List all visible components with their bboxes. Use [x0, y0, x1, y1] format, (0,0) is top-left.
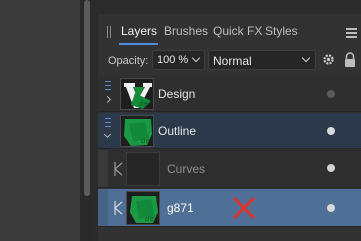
tab-brushes[interactable]: Brushes [164, 24, 208, 38]
panel-menu-icon[interactable] [346, 28, 357, 38]
tab-layers[interactable]: Layers [121, 24, 157, 38]
tab-quick-fx[interactable]: Quick FX [213, 24, 262, 38]
green-shape-icon: de [127, 192, 159, 224]
layer-name: g871 [167, 201, 194, 215]
opacity-dropdown[interactable]: 100 % [152, 50, 205, 70]
opacity-label: Opacity: [108, 55, 149, 67]
gear-icon[interactable] [322, 53, 335, 66]
chevron-down-icon [191, 53, 201, 63]
visibility-toggle[interactable] [327, 204, 335, 212]
layer-name: Design [158, 87, 196, 101]
vim-logo-icon: de [121, 79, 153, 109]
layer-name: Curves [167, 162, 206, 176]
blend-mode-dropdown[interactable]: Normal [208, 50, 316, 70]
layer-row-design[interactable]: de Design [98, 76, 361, 112]
svg-text:de: de [145, 215, 154, 223]
visibility-toggle[interactable] [327, 127, 335, 135]
chevron-down-icon[interactable] [103, 130, 112, 139]
layer-thumbnail[interactable]: de [120, 115, 154, 147]
layer-expander[interactable] [101, 79, 115, 109]
layers-panel: Layers Brushes Quick FX Styles Opacity: … [98, 14, 361, 241]
green-shape-icon: de [121, 116, 153, 146]
svg-text:de: de [139, 100, 148, 108]
visibility-toggle[interactable] [327, 90, 335, 98]
child-indent-bar [98, 150, 108, 187]
panel-grip-icon[interactable] [106, 26, 112, 38]
layer-name: Outline [158, 124, 197, 138]
layer-row-g871[interactable]: de g871 [98, 189, 361, 227]
panel-tab-bar: Layers Brushes Quick FX Styles [98, 18, 361, 46]
close-icon [233, 197, 255, 219]
chevron-down-icon [301, 53, 311, 63]
canvas-area [0, 0, 80, 241]
mask-link-icon [114, 201, 123, 215]
layer-row-outline[interactable]: de Outline [98, 113, 361, 149]
layer-thumbnail[interactable]: de [126, 191, 160, 225]
drag-handle-icon[interactable] [105, 118, 111, 128]
visibility-toggle[interactable] [327, 164, 335, 172]
layer-thumbnail[interactable] [126, 152, 160, 186]
child-indent-bar [98, 189, 108, 226]
mask-link-icon [114, 162, 123, 176]
layer-thumbnail[interactable]: de [120, 78, 154, 110]
tab-styles[interactable]: Styles [265, 24, 298, 38]
canvas-scrollbar-thumb[interactable] [84, 0, 90, 196]
lock-icon[interactable] [343, 52, 357, 68]
opacity-value: 100 % [157, 54, 189, 66]
drag-handle-icon[interactable] [105, 81, 111, 91]
chevron-right-icon[interactable] [103, 95, 112, 104]
active-tab-indicator [119, 43, 158, 45]
layer-row-curves[interactable]: Curves [98, 150, 361, 188]
blend-mode-value: Normal [213, 54, 252, 68]
layer-expander[interactable] [101, 116, 115, 146]
svg-text:de: de [141, 137, 150, 145]
layer-options-row: Opacity: 100 % Normal [98, 48, 361, 72]
